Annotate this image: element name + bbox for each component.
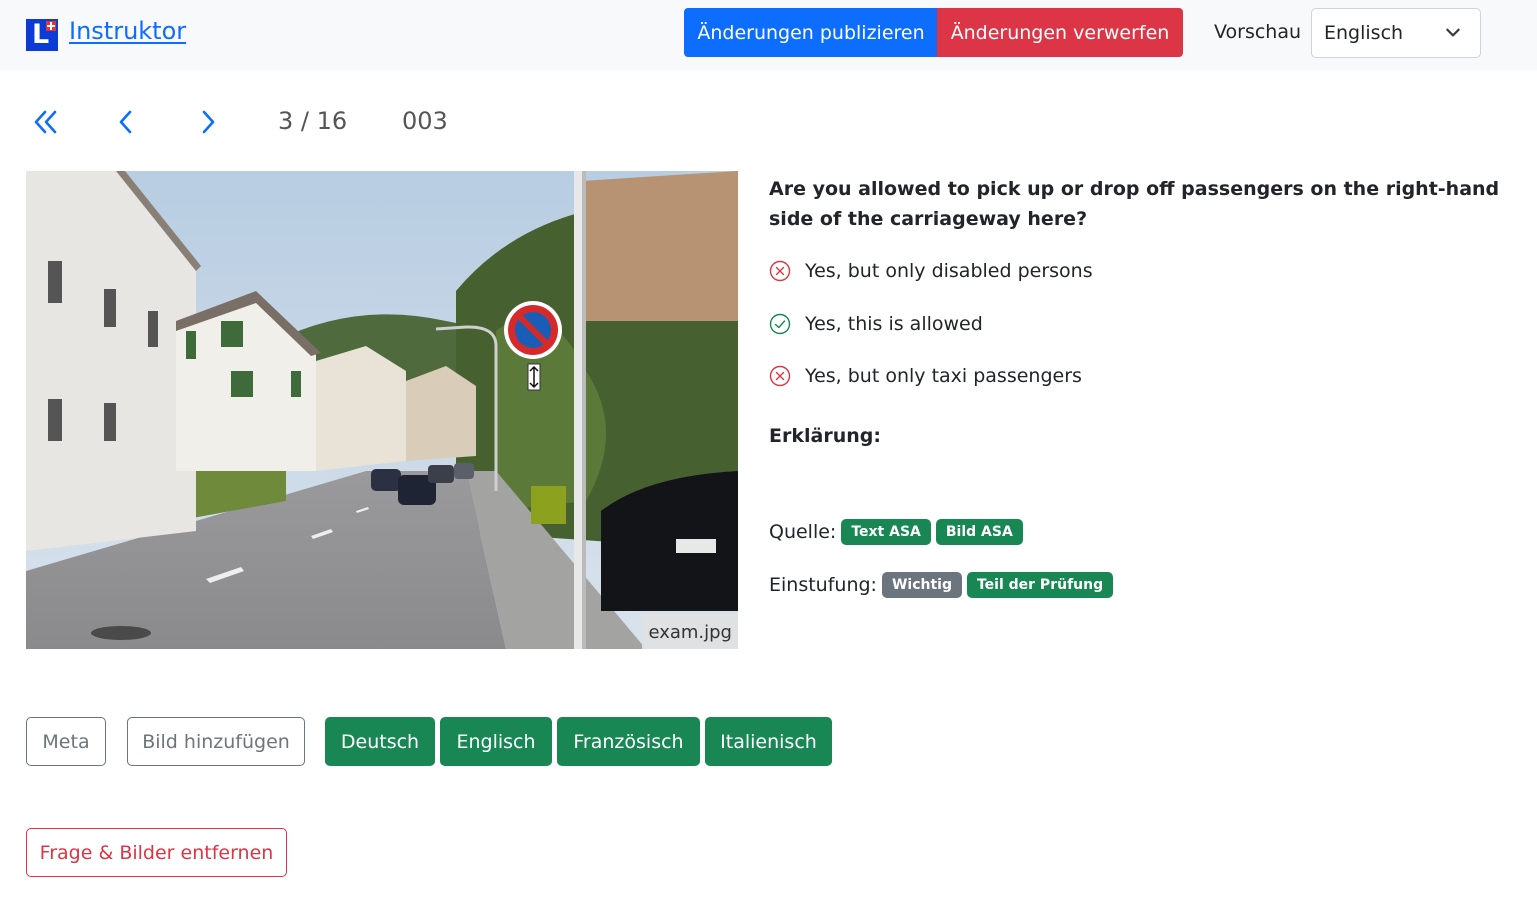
source-row: Quelle: Text ASA Bild ASA [769,519,1028,545]
answer-item: Yes, but only disabled persons [769,257,1093,285]
next-page-button[interactable] [190,104,226,140]
navbar: L Instruktor Änderungen publizieren Ände… [0,0,1537,70]
source-badge: Text ASA [841,519,931,545]
previous-page-button[interactable] [108,104,144,140]
preview-language-value: Englisch [1324,22,1404,44]
street-scene-image [26,171,738,649]
chevron-right-icon [202,110,215,134]
language-button-italienisch[interactable]: Italienisch [705,717,832,766]
chevron-left-icon [119,110,132,134]
answer-item: Yes, this is allowed [769,310,983,338]
app-logo-icon[interactable]: L [26,19,58,51]
language-button-deutsch[interactable]: Deutsch [325,717,435,766]
brand-link[interactable]: Instruktor [69,17,186,45]
source-label: Quelle: [769,521,837,543]
language-button-englisch[interactable]: Englisch [440,717,552,766]
explanation-heading: Erklärung: [769,425,881,447]
meta-button[interactable]: Meta [26,717,106,766]
answer-item: Yes, but only taxi passengers [769,362,1082,390]
rating-row: Einstufung: Wichtig Teil der Prüfung [769,572,1118,598]
answer-text: Yes, but only disabled persons [805,260,1093,282]
rating-badge: Wichtig [881,572,962,598]
preview-label: Vorschau [1214,21,1302,43]
answer-text: Yes, this is allowed [805,313,983,335]
x-circle-icon [769,365,791,387]
check-circle-icon [769,313,791,335]
question-image[interactable]: exam.jpg [26,171,738,649]
question-id: 003 [402,107,448,135]
source-badge: Bild ASA [935,519,1023,545]
rating-badge: Teil der Prüfung [966,572,1114,598]
add-image-button[interactable]: Bild hinzufügen [127,717,305,766]
double-chevron-left-icon [34,110,57,134]
first-page-button[interactable] [27,104,63,140]
discard-changes-button[interactable]: Änderungen verwerfen [937,8,1183,57]
publish-changes-button[interactable]: Änderungen publizieren [684,8,938,57]
question-text: Are you allowed to pick up or drop off p… [769,178,1500,230]
image-filename: exam.jpg [642,614,738,649]
remove-question-button[interactable]: Frage & Bilder entfernen [26,828,287,877]
page-counter: 3 / 16 [278,107,348,135]
answer-text: Yes, but only taxi passengers [805,365,1082,387]
chevron-down-icon [1446,28,1460,37]
x-circle-icon [769,260,791,282]
rating-label: Einstufung: [769,574,877,596]
language-button-franzoesisch[interactable]: Französisch [557,717,700,766]
preview-language-select[interactable]: Englisch [1311,8,1481,58]
